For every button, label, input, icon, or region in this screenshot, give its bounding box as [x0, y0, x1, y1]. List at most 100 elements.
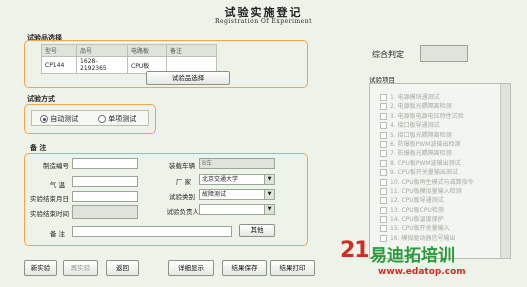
test-item-label: 2. 电源板光耦隔离检测: [390, 103, 452, 111]
test-items-list[interactable]: 1. 电源模块通测试 2. 电源板光耦隔离检测 3. 电源板电源电压特性试验 4. 接…: [369, 83, 511, 259]
radio-unselected-icon: [98, 115, 106, 123]
checkbox-icon[interactable]: [380, 94, 387, 101]
test-item[interactable]: 14. CPU板温度保护: [380, 214, 498, 224]
checkbox-icon[interactable]: [380, 131, 387, 139]
table-cell: 1628-2192365: [76, 56, 128, 74]
end-date-label: 实验结束月日: [30, 195, 69, 203]
auto-test-radio[interactable]: 自动测试: [40, 114, 78, 124]
watermark-number: 21: [340, 238, 370, 263]
watermark-brand: 易迪拓培训: [370, 246, 455, 266]
test-item-label: 8. CPU板PWM波输出测试: [390, 159, 461, 167]
sample-panel: 型号 品号 电路板 备注 CP144 1628-2192365 CPU板 试验品…: [24, 40, 308, 88]
factory-label: 厂 家: [175, 178, 191, 186]
test-item[interactable]: 9. CPU板开关量输出测试: [380, 167, 498, 177]
owner-label: 试验负责人: [166, 208, 200, 216]
test-item-label: 7. 防爆板光耦隔离检测: [390, 150, 452, 158]
list-scrollbar[interactable]: [500, 84, 510, 258]
column-header: 型号: [41, 44, 77, 57]
factory-value: 北京交通大学: [202, 176, 239, 183]
end-date-input[interactable]: [72, 191, 138, 202]
serial-label: 制造编号: [43, 162, 69, 170]
test-item[interactable]: 2. 电源板光耦隔离检测: [380, 101, 498, 111]
vehicle-label: 装载车辆: [169, 162, 195, 170]
test-item[interactable]: 8. CPU板PWM波输出测试: [380, 158, 498, 167]
test-item-label: 14. CPU板温度保护: [390, 216, 444, 224]
watermark-logo: 21 易迪拓培训 www.edatop.com: [340, 238, 525, 286]
owner-select[interactable]: ▼: [199, 204, 275, 215]
test-item[interactable]: 3. 电源板电源电压特性试验: [380, 111, 498, 120]
test-item-label: 3. 电源板电源电压特性试验: [390, 112, 464, 120]
other-button[interactable]: 其他: [239, 224, 275, 237]
vehicle-field: B车: [199, 158, 275, 169]
checkbox-icon[interactable]: [380, 197, 387, 205]
checkbox-icon[interactable]: [380, 150, 387, 158]
save-result-button[interactable]: 结果保存: [222, 260, 267, 276]
page-subtitle: Registration Of Experiment: [215, 18, 312, 25]
select-sample-button[interactable]: 试验品选择: [146, 71, 230, 85]
test-item[interactable]: 15. CPU板开关量输入: [380, 223, 498, 233]
redo-experiment-button[interactable]: 再实验: [63, 260, 98, 276]
sample-table-header: 型号 品号 电路板 备注: [41, 44, 217, 57]
test-item[interactable]: 10. CPU板再生模式与减算指令: [380, 177, 498, 186]
auto-test-label: 自动测试: [50, 115, 79, 123]
weather-input[interactable]: [72, 176, 138, 187]
test-item[interactable]: 11. CPU板模拟量输入检测: [380, 186, 498, 195]
checkbox-icon[interactable]: [380, 206, 387, 214]
test-item[interactable]: 4. 接口板导通测试: [380, 120, 498, 130]
watermark-url: www.edatop.com: [378, 267, 466, 277]
method-panel: 自动测试 单项测试: [24, 104, 156, 134]
checkbox-icon[interactable]: [380, 140, 387, 148]
chevron-down-icon: ▼: [264, 190, 274, 199]
checkbox-icon[interactable]: [380, 178, 387, 186]
notes-section-label: 备 注: [30, 144, 47, 152]
test-item-label: 13. CPU板CPU检测: [390, 206, 444, 214]
column-header: 品号: [76, 44, 128, 57]
factory-select[interactable]: 北京交通大学 ▼: [199, 174, 275, 185]
test-item[interactable]: 13. CPU板CPU检测: [380, 205, 498, 214]
sample-table: 型号 品号 电路板 备注 CP144 1628-2192365 CPU板: [41, 44, 217, 74]
test-type-select[interactable]: 故障测试 ▼: [199, 189, 275, 200]
test-item-label: 10. CPU板再生模式与减算指令: [390, 178, 474, 186]
end-time-input[interactable]: [72, 205, 138, 219]
test-item[interactable]: 6. 防爆板PWM波输出检测: [380, 139, 498, 148]
column-header: 备注: [166, 44, 217, 57]
test-type-label: 试验类别: [169, 193, 195, 201]
test-item[interactable]: 5. 接口板光耦隔离检测: [380, 130, 498, 139]
checkbox-icon[interactable]: [380, 122, 387, 130]
checkbox-icon[interactable]: [380, 103, 387, 111]
new-experiment-button[interactable]: 新实验: [24, 260, 57, 276]
single-test-label: 单项测试: [108, 115, 137, 123]
checkbox-icon[interactable]: [380, 187, 387, 195]
chevron-down-icon: ▼: [264, 205, 274, 214]
test-item-label: 4. 接口板导通测试: [390, 122, 440, 130]
test-item[interactable]: 12. CPU板导通测试: [380, 195, 498, 205]
detail-display-button[interactable]: 详细显示: [168, 260, 214, 276]
verdict-label: 综合判定: [372, 50, 404, 59]
end-time-label: 实验结束时间: [30, 210, 69, 218]
test-type-value: 故障测试: [202, 191, 227, 198]
test-item-label: 1. 电源模块通测试: [390, 94, 440, 101]
test-item-label: 9. CPU板开关量输出测试: [390, 169, 458, 177]
test-item-label: 6. 防爆板PWM波输出检测: [390, 140, 461, 148]
print-result-button[interactable]: 结果打印: [270, 260, 315, 276]
test-item[interactable]: 1. 电源模块通测试: [380, 92, 498, 101]
checkbox-icon[interactable]: [380, 225, 387, 233]
test-items-container: 1. 电源模块通测试 2. 电源板光耦隔离检测 3. 电源板电源电压特性试验 4. 接…: [380, 92, 498, 242]
serial-input[interactable]: [72, 158, 138, 169]
remark-input[interactable]: [72, 226, 232, 237]
chevron-down-icon: ▼: [264, 175, 274, 184]
checkbox-icon[interactable]: [380, 159, 387, 167]
test-item[interactable]: 7. 防爆板光耦隔离检测: [380, 148, 498, 158]
checkbox-icon[interactable]: [380, 169, 387, 177]
single-test-radio[interactable]: 单项测试: [98, 114, 136, 124]
test-item-label: 15. CPU板开关量输入: [390, 225, 450, 233]
remark-label: 备 注: [49, 230, 65, 238]
checkbox-icon[interactable]: [380, 216, 387, 224]
checkbox-icon[interactable]: [380, 112, 387, 120]
notes-panel: 制造编号 气 温 实验结束月日 实验结束时间 装载车辆 B车 厂 家 北京交通大…: [24, 153, 308, 246]
back-button[interactable]: 返回: [106, 260, 139, 276]
test-item-label: 12. CPU板导通测试: [390, 197, 444, 205]
verdict-field: [420, 45, 468, 62]
radio-selected-icon: [40, 115, 48, 123]
method-section-label: 试验方式: [27, 95, 55, 103]
